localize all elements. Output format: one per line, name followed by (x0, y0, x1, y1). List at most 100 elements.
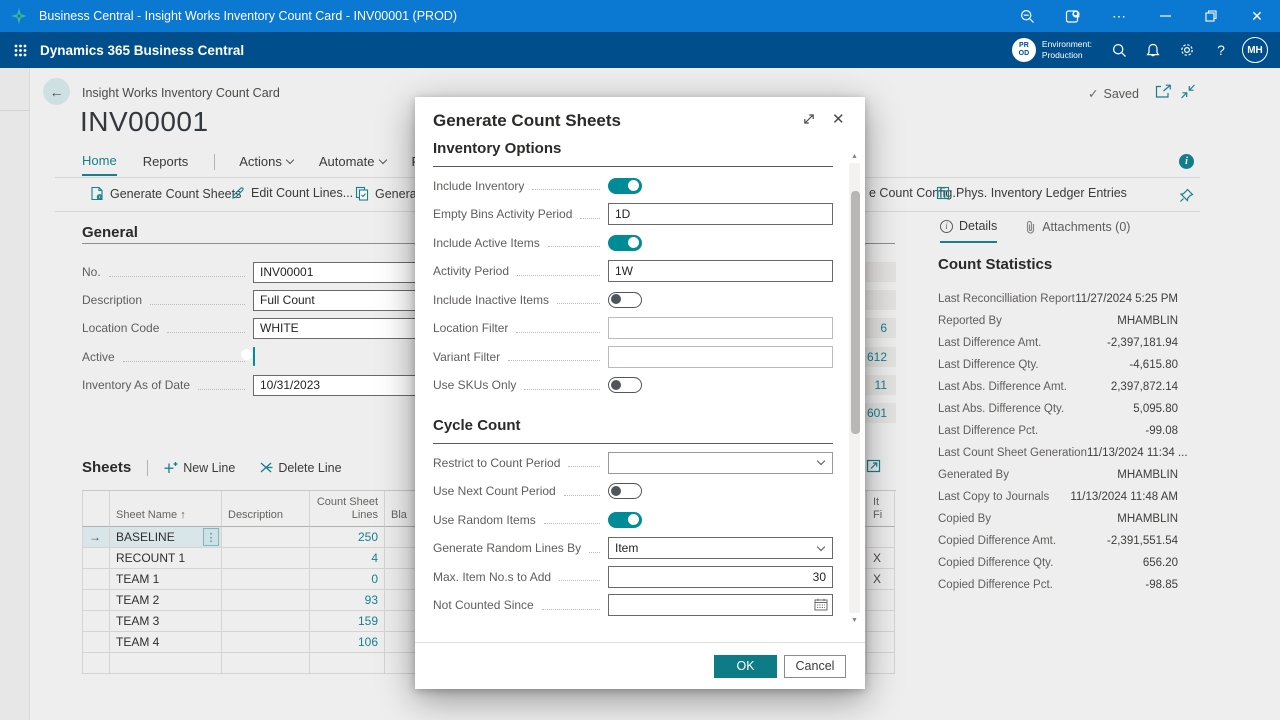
restrict-to-count-period-select[interactable] (608, 452, 833, 474)
sheet-name-cell[interactable]: TEAM 4 (110, 632, 222, 653)
restore-icon[interactable] (1188, 0, 1234, 32)
product-name[interactable]: Dynamics 365 Business Central (40, 43, 244, 58)
notifications-bell-icon[interactable] (1136, 32, 1170, 68)
header-count-sheet-lines[interactable]: Count SheetLines (310, 491, 385, 527)
inventory-as-of-date-input[interactable] (253, 375, 417, 396)
description-cell[interactable] (222, 611, 310, 632)
use-skus-only-toggle[interactable] (608, 377, 642, 393)
header-sheet-name[interactable]: Sheet Name ↑ (110, 491, 222, 527)
tab-home[interactable]: Home (82, 153, 117, 176)
location-filter-input[interactable] (608, 317, 833, 339)
count-sheet-lines-cell[interactable]: 159 (310, 611, 385, 632)
count-sheet-lines-cell[interactable]: 4 (310, 548, 385, 569)
sheet-name-cell[interactable]: BASELINE⋮ (110, 527, 222, 548)
description-cell[interactable] (222, 632, 310, 653)
scroll-down-arrow[interactable]: ▼ (848, 613, 861, 627)
tab-actions[interactable]: Actions (239, 154, 293, 175)
tab-details[interactable]: i Details (940, 219, 997, 243)
field-label: Location Code (82, 321, 159, 335)
sheet-name-cell[interactable]: RECOUNT 1 (110, 548, 222, 569)
row-selector[interactable] (82, 548, 110, 569)
generate-count-sheets-button[interactable]: Generate Count Sheets (90, 186, 241, 201)
generate-random-lines-by-select[interactable]: Item (608, 537, 833, 559)
use-random-items-toggle[interactable] (608, 512, 642, 528)
row-menu-button[interactable]: ⋮ (203, 528, 219, 546)
item-filter-cell (867, 632, 895, 653)
zoom-out-icon[interactable] (1004, 0, 1050, 32)
scrollbar-track[interactable] (849, 163, 860, 613)
description-cell[interactable] (222, 590, 310, 611)
row-selector[interactable]: → (82, 527, 110, 548)
tab-attachments[interactable]: Attachments (0) (1025, 220, 1130, 242)
pin-icon[interactable] (1179, 188, 1194, 203)
collapse-page-icon[interactable] (1180, 84, 1196, 99)
settings-gear-icon[interactable] (1170, 32, 1204, 68)
header-item-filter-fragment[interactable]: ItFi (867, 491, 895, 527)
scroll-up-arrow[interactable]: ▲ (848, 149, 861, 163)
dotted-leader (548, 246, 600, 247)
help-icon[interactable]: ? (1204, 32, 1238, 68)
scrollbar-thumb[interactable] (851, 191, 860, 434)
description-cell[interactable] (222, 527, 310, 548)
dialog-scrollbar[interactable]: ▲ ▼ (848, 149, 861, 627)
edit-count-lines-button[interactable]: Edit Count Lines... (231, 186, 353, 200)
no-input[interactable] (253, 262, 417, 283)
search-icon[interactable] (1102, 32, 1136, 68)
row-selector[interactable] (82, 590, 110, 611)
description-cell[interactable] (222, 653, 310, 674)
minimize-icon[interactable] (1142, 0, 1188, 32)
new-line-button[interactable]: New Line (164, 461, 235, 475)
max-item-nos-to-add-input[interactable] (608, 566, 833, 588)
app-launcher-waffle-icon[interactable] (0, 32, 40, 68)
stat-label: Generated By (938, 469, 1009, 481)
count-sheet-lines-cell[interactable]: 93 (310, 590, 385, 611)
sheet-name-cell[interactable]: TEAM 2 (110, 590, 222, 611)
close-icon[interactable]: ✕ (1234, 0, 1280, 32)
include-inventory-toggle[interactable] (608, 178, 642, 194)
use-next-count-period-toggle[interactable] (608, 483, 642, 499)
variant-filter-input[interactable] (608, 346, 833, 368)
include-inactive-items-toggle[interactable] (608, 292, 642, 308)
count-sheet-lines-cell[interactable]: 0 (310, 569, 385, 590)
open-in-new-window-icon[interactable] (1155, 84, 1172, 99)
environment-badge[interactable]: PR OD (1012, 38, 1036, 62)
calendar-icon[interactable] (814, 598, 828, 611)
user-avatar[interactable]: MH (1242, 37, 1268, 63)
delete-line-button[interactable]: Delete Line (259, 461, 341, 475)
page-info-icon[interactable]: i (1179, 154, 1194, 169)
empty-bins-activity-period-input[interactable] (608, 203, 833, 225)
location-code-input[interactable] (253, 318, 417, 339)
description-input[interactable] (253, 290, 417, 311)
active-toggle[interactable] (253, 347, 255, 366)
tab-reports[interactable]: Reports (143, 154, 189, 175)
back-button[interactable]: ← (43, 78, 70, 105)
dialog-close-icon[interactable]: ✕ (832, 112, 845, 127)
header-description[interactable]: Description (222, 491, 310, 527)
cancel-button[interactable]: Cancel (784, 655, 846, 678)
not-counted-since-input[interactable] (608, 594, 833, 616)
count-sheet-lines-cell[interactable]: 106 (310, 632, 385, 653)
count-sheet-lines-cell[interactable] (310, 653, 385, 674)
dialog-expand-icon[interactable] (802, 112, 816, 127)
sheet-name-cell[interactable]: TEAM 1 (110, 569, 222, 590)
sheet-name-cell[interactable]: TEAM 3 (110, 611, 222, 632)
activity-period-input[interactable] (608, 260, 833, 282)
more-options-icon[interactable]: ⋯ (1096, 0, 1142, 32)
include-active-items-toggle[interactable] (608, 235, 642, 251)
search-window-icon[interactable] (1050, 0, 1096, 32)
row-selector[interactable] (82, 653, 110, 674)
tab-automate[interactable]: Automate (319, 154, 386, 175)
phys-inventory-ledger-entries-button[interactable]: Phys. Inventory Ledger Entries (936, 186, 1127, 200)
expand-table-icon[interactable] (866, 459, 881, 473)
description-cell[interactable] (222, 548, 310, 569)
row-selector[interactable] (82, 611, 110, 632)
description-cell[interactable] (222, 569, 310, 590)
row-selector[interactable] (82, 569, 110, 590)
sheet-name-cell[interactable] (110, 653, 222, 674)
row-selector[interactable] (82, 632, 110, 653)
left-margin-strip (0, 68, 30, 720)
ok-button[interactable]: OK (714, 655, 777, 678)
dialog-field-max-item-nos-to-add: Max. Item No.s to Add (433, 567, 833, 587)
breadcrumb[interactable]: Insight Works Inventory Count Card (82, 86, 280, 100)
count-sheet-lines-cell[interactable]: 250 (310, 527, 385, 548)
